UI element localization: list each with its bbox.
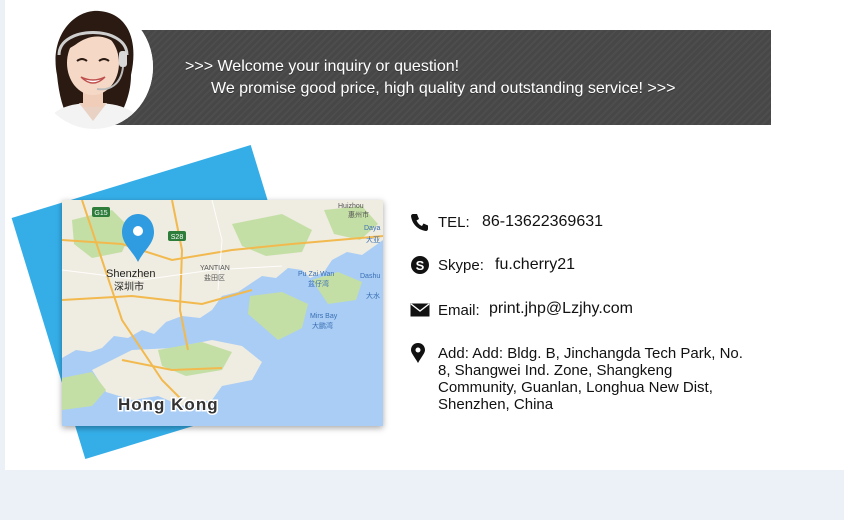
map-label-dashu-cn: 大水	[366, 291, 380, 300]
welcome-banner: >>> Welcome your inquiry or question! We…	[113, 30, 771, 125]
email-value[interactable]: print.jhp@Lzjhy.com	[489, 300, 633, 318]
map-label-pu-zai-wan-cn: 盆仔湾	[308, 279, 329, 288]
map-label-mirs-bay: Mirs Bay	[310, 313, 338, 320]
banner-promise-text: We promise good price, high quality and …	[211, 80, 676, 97]
map-label-s28: S28	[171, 234, 184, 241]
contact-skype-row: S Skype: fu.cherry21	[410, 255, 630, 277]
tel-value[interactable]: 86-13622369631	[482, 213, 603, 231]
email-label: Email:	[438, 302, 480, 319]
envelope-icon	[410, 302, 430, 322]
map-label-mirs-bay-cn: 大鹏湾	[312, 321, 333, 330]
map-label-yantian: YANTIAN	[200, 265, 230, 272]
map-label-hong-kong: Hong Kong	[118, 395, 219, 414]
map-label-pu-zai-wan: Pu Zai Wan	[298, 271, 334, 278]
map-graphic: G15 S28 Shenzhen 深圳市 YANTIAN 盐田区 Huizhou…	[62, 200, 383, 426]
skype-label: Skype:	[438, 257, 484, 274]
map-label-yantian-cn: 盐田区	[204, 273, 225, 282]
contact-card: >>> Welcome your inquiry or question! We…	[5, 0, 844, 470]
tel-label: TEL:	[438, 214, 470, 231]
contact-address-icon-wrap	[410, 343, 430, 365]
avatar-illustration	[35, 5, 153, 129]
map-label-g15: G15	[94, 210, 107, 217]
map-label-daya: Daya	[364, 225, 380, 232]
contact-tel-row: TEL: 86-13622369631	[410, 212, 630, 234]
skype-icon: S	[410, 255, 430, 275]
contact-email-row: Email: print.jhp@Lzjhy.com	[410, 299, 650, 321]
map-label-huizhou: Huizhou	[338, 203, 364, 210]
customer-service-avatar	[35, 5, 153, 129]
map-label-dashu: Dashu	[360, 273, 380, 280]
map-label-shenzhen: Shenzhen	[106, 268, 156, 280]
skype-value[interactable]: fu.cherry21	[495, 256, 575, 274]
location-map[interactable]: G15 S28 Shenzhen 深圳市 YANTIAN 盐田区 Huizhou…	[62, 200, 383, 426]
location-pin-icon	[410, 343, 430, 363]
map-label-daya-cn: 大亚	[366, 235, 380, 244]
map-label-shenzhen-cn: 深圳市	[114, 280, 144, 293]
map-label-huizhou-cn: 惠州市	[348, 210, 369, 219]
address-text: Add: Add: Bldg. B, Jinchangda Tech Park,…	[438, 345, 743, 413]
banner-welcome-text: >>> Welcome your inquiry or question!	[185, 58, 460, 75]
phone-icon	[410, 212, 430, 232]
svg-text:S: S	[416, 258, 425, 273]
